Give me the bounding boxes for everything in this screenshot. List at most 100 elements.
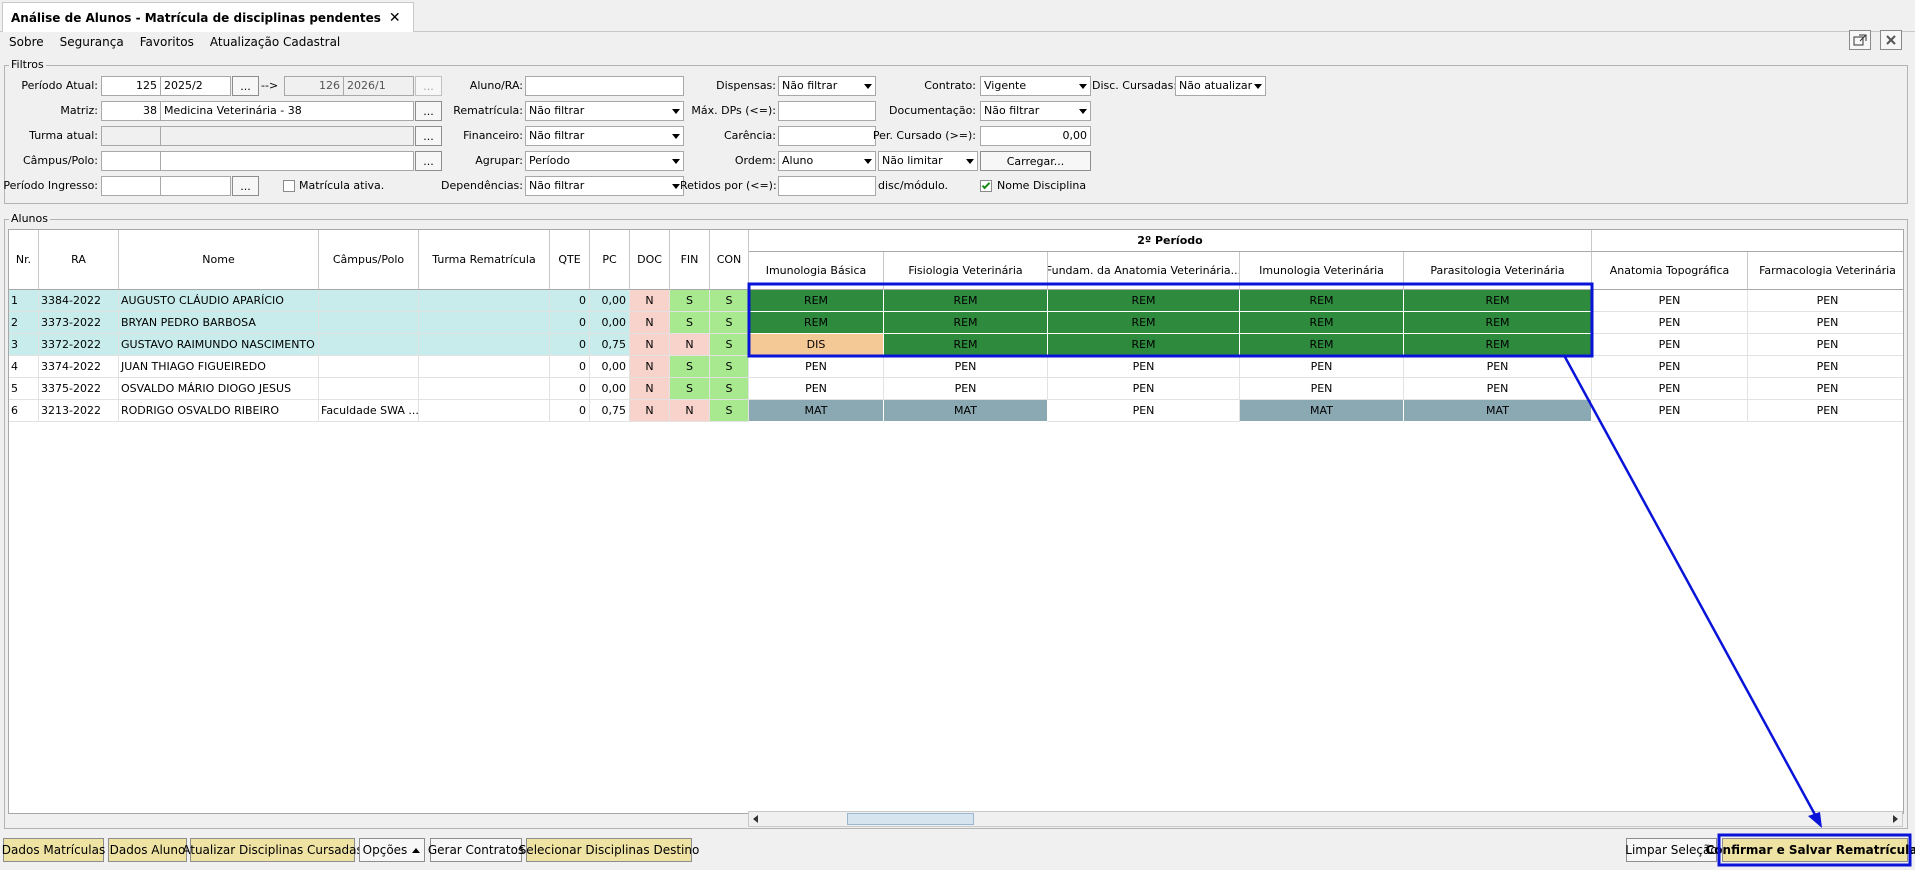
table-cell[interactable] — [319, 312, 419, 334]
nome-disciplina-checkbox[interactable] — [980, 180, 992, 192]
atualizar-disciplinas-button[interactable]: Atualizar Disciplinas Cursadas — [182, 838, 363, 862]
table-cell[interactable]: OSVALDO MÁRIO DIOGO JESUS — [119, 378, 319, 400]
periodo-ingresso-lookup-button[interactable]: ... — [232, 176, 259, 196]
column-header[interactable]: QTE — [550, 230, 590, 290]
discipline-status-cell[interactable]: PEN — [1592, 400, 1748, 422]
discipline-header[interactable]: Imunologia Veterinária — [1240, 252, 1404, 290]
discipline-status-cell[interactable]: PEN — [1748, 334, 1903, 356]
table-cell[interactable] — [319, 378, 419, 400]
table-cell[interactable]: AUGUSTO CLÁUDIO APARÍCIO — [119, 290, 319, 312]
discipline-status-cell[interactable]: REM — [1404, 334, 1592, 356]
discipline-header[interactable]: Parasitologia Veterinária — [1404, 252, 1592, 290]
table-cell[interactable]: 3375-2022 — [39, 378, 119, 400]
table-cell[interactable]: N — [670, 334, 710, 356]
table-cell[interactable]: RODRIGO OSVALDO RIBEIRO — [119, 400, 319, 422]
close-tab-icon[interactable]: ✕ — [389, 10, 401, 26]
table-cell[interactable]: S — [710, 378, 749, 400]
discipline-header[interactable]: Fundam. da Anatomia Veterinária... — [1048, 252, 1240, 290]
students-grid[interactable]: Nr. RA Nome Câmpus/Polo Turma Rematrícula QTE… — [8, 229, 1904, 814]
periodo-atual-name[interactable]: 2025/2 — [160, 76, 231, 96]
discipline-header[interactable]: Fisiologia Veterinária — [884, 252, 1048, 290]
table-cell[interactable]: 0,00 — [590, 356, 630, 378]
table-cell[interactable] — [319, 290, 419, 312]
column-header[interactable]: FIN — [670, 230, 710, 290]
table-cell[interactable]: BRYAN PEDRO BARBOSA — [119, 312, 319, 334]
discipline-status-cell[interactable]: MAT — [1404, 400, 1592, 422]
table-cell[interactable] — [419, 290, 550, 312]
column-header[interactable]: PC — [590, 230, 630, 290]
carregar-button[interactable]: Carregar... — [980, 151, 1091, 171]
discipline-status-cell[interactable]: REM — [884, 334, 1048, 356]
table-cell[interactable]: 0 — [550, 312, 590, 334]
dispensas-select[interactable]: Não filtrar — [778, 76, 876, 96]
table-cell[interactable]: S — [670, 312, 710, 334]
carencia-input[interactable] — [778, 126, 876, 146]
table-cell[interactable]: 3213-2022 — [39, 400, 119, 422]
discipline-status-cell[interactable]: PEN — [749, 378, 884, 400]
column-header[interactable]: Nome — [119, 230, 319, 290]
opcoes-button[interactable]: Opções — [359, 838, 425, 862]
table-cell[interactable]: GUSTAVO RAIMUNDO NASCIMENTO — [119, 334, 319, 356]
discipline-status-cell[interactable]: REM — [1048, 312, 1240, 334]
table-cell[interactable]: 2 — [9, 312, 39, 334]
periodo-atual-lookup-button[interactable]: ... — [232, 76, 259, 96]
discipline-status-cell[interactable]: PEN — [884, 356, 1048, 378]
table-cell[interactable]: 3372-2022 — [39, 334, 119, 356]
scroll-thumb[interactable] — [847, 813, 974, 825]
discipline-status-cell[interactable]: DIS — [749, 334, 884, 356]
periodo-ingresso-code[interactable] — [101, 176, 161, 196]
table-cell[interactable] — [419, 378, 550, 400]
discipline-status-cell[interactable]: PEN — [1048, 400, 1240, 422]
table-cell[interactable]: 3374-2022 — [39, 356, 119, 378]
agrupar-select[interactable]: Período — [525, 151, 684, 171]
confirmar-salvar-button[interactable]: Confirmar e Salvar Rematrículas — [1705, 838, 1915, 862]
table-cell[interactable]: JUAN THIAGO FIGUEIREDO — [119, 356, 319, 378]
discipline-status-cell[interactable]: PEN — [1404, 378, 1592, 400]
table-cell[interactable]: 0,75 — [590, 334, 630, 356]
rematricula-select[interactable]: Não filtrar — [525, 101, 684, 121]
discipline-status-cell[interactable]: PEN — [884, 378, 1048, 400]
column-header[interactable]: Nr. — [9, 230, 39, 290]
table-cell[interactable] — [319, 334, 419, 356]
table-cell[interactable] — [419, 356, 550, 378]
discipline-status-cell[interactable]: PEN — [1592, 290, 1748, 312]
discipline-status-cell[interactable]: PEN — [1592, 334, 1748, 356]
disc-cursadas-select[interactable]: Não atualizar — [1175, 76, 1266, 96]
table-cell[interactable]: S — [710, 400, 749, 422]
selecionar-disciplinas-button[interactable]: Selecionar Disciplinas Destino — [519, 838, 699, 862]
discipline-status-cell[interactable]: REM — [884, 312, 1048, 334]
periodo-atual-code[interactable]: 125 — [101, 76, 161, 96]
table-cell[interactable]: S — [710, 290, 749, 312]
matriz-name[interactable]: Medicina Veterinária - 38 — [160, 101, 414, 121]
discipline-status-cell[interactable]: PEN — [1240, 356, 1404, 378]
max-dps-input[interactable] — [778, 101, 876, 121]
discipline-status-cell[interactable]: PEN — [1748, 356, 1903, 378]
table-cell[interactable]: 0,00 — [590, 312, 630, 334]
discipline-status-cell[interactable]: REM — [1048, 290, 1240, 312]
discipline-status-cell[interactable]: MAT — [1240, 400, 1404, 422]
detach-window-button[interactable] — [1849, 30, 1871, 50]
discipline-status-cell[interactable]: MAT — [884, 400, 1048, 422]
aluno-ra-input[interactable] — [525, 76, 684, 96]
table-cell[interactable] — [419, 400, 550, 422]
campus-name[interactable] — [160, 151, 414, 171]
campus-code[interactable] — [101, 151, 161, 171]
scroll-left-icon[interactable] — [751, 814, 761, 824]
financeiro-select[interactable]: Não filtrar — [525, 126, 684, 146]
table-cell[interactable]: 0 — [550, 334, 590, 356]
discipline-status-cell[interactable]: PEN — [1748, 312, 1903, 334]
contrato-select[interactable]: Vigente — [980, 76, 1091, 96]
column-header[interactable]: Câmpus/Polo — [319, 230, 419, 290]
retidos-input[interactable] — [778, 176, 876, 196]
campus-lookup-button[interactable]: ... — [415, 151, 442, 171]
table-cell[interactable]: 0 — [550, 378, 590, 400]
scroll-right-icon[interactable] — [1890, 814, 1900, 824]
discipline-status-cell[interactable]: PEN — [1592, 378, 1748, 400]
table-cell[interactable] — [319, 356, 419, 378]
discipline-status-cell[interactable]: REM — [1048, 334, 1240, 356]
column-header[interactable]: CON — [710, 230, 749, 290]
documentacao-select[interactable]: Não filtrar — [980, 101, 1091, 121]
table-cell[interactable]: 0 — [550, 290, 590, 312]
ordem-limit-select[interactable]: Não limitar — [878, 151, 978, 171]
menu-favoritos[interactable]: Favoritos — [140, 35, 194, 49]
